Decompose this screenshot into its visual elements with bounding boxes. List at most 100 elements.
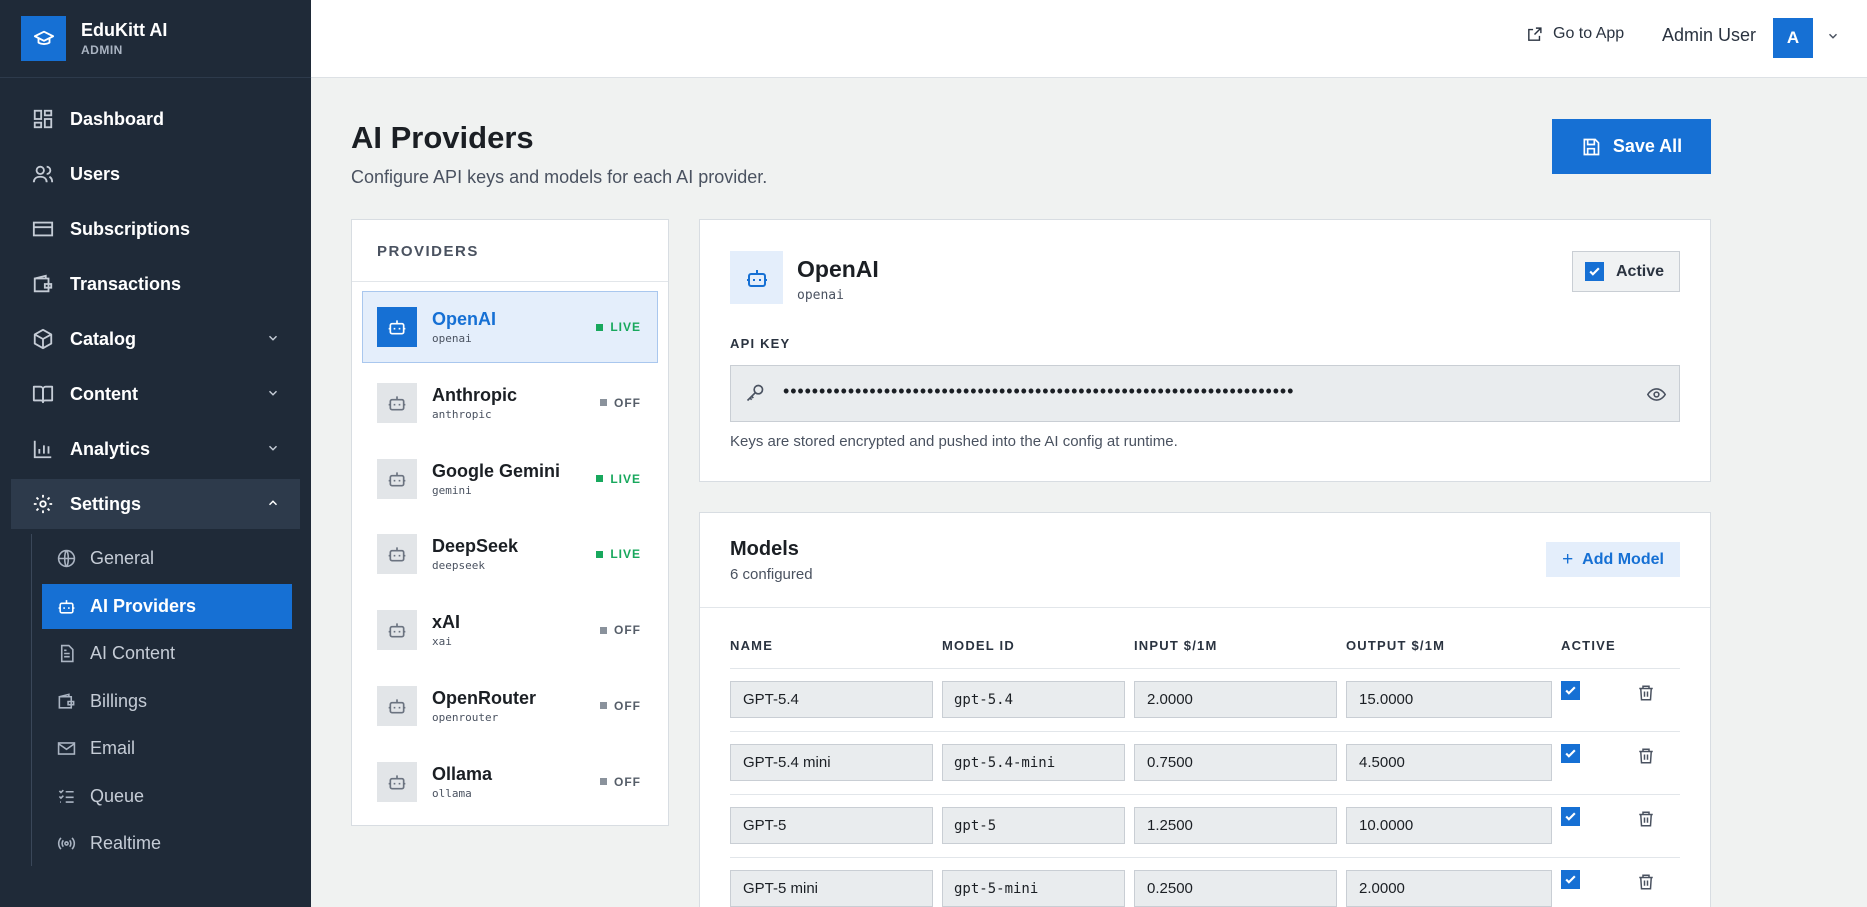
status-badge: OFF bbox=[600, 396, 641, 410]
row-active-checkbox[interactable] bbox=[1561, 744, 1580, 763]
bot-icon bbox=[377, 382, 417, 423]
input-price-input[interactable]: 1.2500 bbox=[1134, 807, 1337, 844]
provider-item[interactable]: Ollama ollama OFF bbox=[362, 746, 658, 818]
graduation-cap-icon bbox=[21, 16, 66, 61]
sidebar-item-users[interactable]: Users bbox=[11, 149, 300, 199]
dashboard-icon bbox=[31, 107, 55, 131]
model-id-input[interactable]: gpt-5 bbox=[942, 807, 1125, 844]
sidebar-item-label: Transactions bbox=[70, 273, 182, 294]
active-label: Active bbox=[1616, 262, 1665, 280]
provider-item[interactable]: xAI xai OFF bbox=[362, 594, 658, 666]
input-price-input[interactable]: 0.2500 bbox=[1134, 870, 1337, 907]
sidebar-nav: Dashboard Users Subscriptions Transactio… bbox=[0, 78, 311, 866]
sidebar-item-general[interactable]: General bbox=[42, 536, 292, 581]
output-price-input[interactable]: 4.5000 bbox=[1346, 744, 1552, 781]
trash-icon[interactable] bbox=[1637, 810, 1655, 828]
sidebar-item-content[interactable]: Content bbox=[11, 369, 300, 419]
save-all-button[interactable]: Save All bbox=[1552, 119, 1711, 174]
model-id-input[interactable]: gpt-5.4-mini bbox=[942, 744, 1125, 781]
status-badge: OFF bbox=[600, 699, 641, 713]
sidebar-item-settings[interactable]: Settings bbox=[11, 479, 300, 529]
provider-item[interactable]: Anthropic anthropic OFF bbox=[362, 367, 658, 439]
topbar bbox=[311, 0, 1867, 78]
sidebar-item-label: Dashboard bbox=[70, 108, 165, 129]
bot-icon bbox=[377, 307, 417, 347]
sidebar-item-subscriptions[interactable]: Subscriptions bbox=[11, 204, 300, 254]
bot-icon bbox=[377, 458, 417, 499]
user-name[interactable]: Admin User bbox=[1662, 25, 1756, 46]
list-checks-icon bbox=[56, 786, 76, 806]
key-icon bbox=[746, 384, 764, 402]
model-name-input[interactable]: GPT-5 bbox=[730, 807, 933, 844]
chevron-down-icon bbox=[268, 445, 278, 451]
sidebar-item-dashboard[interactable]: Dashboard bbox=[11, 94, 300, 144]
trash-icon[interactable] bbox=[1637, 873, 1655, 891]
model-name-input[interactable]: GPT-5 mini bbox=[730, 870, 933, 907]
sidebar-item-realtime[interactable]: Realtime bbox=[42, 821, 292, 866]
box-icon bbox=[31, 327, 55, 351]
sidebar-item-catalog[interactable]: Catalog bbox=[11, 314, 300, 364]
provider-item[interactable]: Google Gemini gemini LIVE bbox=[362, 443, 658, 515]
sidebar-item-label: Billings bbox=[90, 690, 148, 711]
sidebar-item-ai-content[interactable]: AI Content bbox=[42, 631, 292, 676]
eye-icon[interactable] bbox=[1647, 385, 1666, 404]
input-price-input[interactable]: 2.0000 bbox=[1134, 681, 1337, 718]
provider-slug: openai bbox=[432, 332, 472, 345]
row-active-checkbox[interactable] bbox=[1561, 681, 1580, 700]
provider-name: OpenRouter bbox=[432, 687, 537, 708]
provider-title: OpenAI bbox=[797, 256, 879, 282]
status-badge: OFF bbox=[600, 623, 641, 637]
output-price-input[interactable]: 10.0000 bbox=[1346, 807, 1552, 844]
sidebar-item-ai-providers[interactable]: AI Providers bbox=[42, 583, 292, 629]
brand-sub: ADMIN bbox=[81, 43, 123, 57]
sidebar-item-label: AI Content bbox=[90, 643, 176, 663]
sidebar-item-analytics[interactable]: Analytics bbox=[11, 424, 300, 474]
bot-icon bbox=[377, 685, 417, 726]
external-link-icon bbox=[1528, 26, 1542, 41]
column-header-model-id: MODEL ID bbox=[942, 638, 1015, 653]
sidebar-item-label: AI Providers bbox=[90, 595, 197, 616]
api-key-label: API KEY bbox=[730, 336, 791, 351]
active-checkbox[interactable]: Active bbox=[1572, 251, 1680, 292]
bot-icon bbox=[377, 534, 417, 575]
provider-item[interactable]: OpenRouter openrouter OFF bbox=[362, 670, 658, 742]
provider-item[interactable]: OpenAI openai LIVE bbox=[362, 291, 658, 363]
sidebar-item-label: Queue bbox=[90, 785, 145, 806]
output-price-input[interactable]: 2.0000 bbox=[1346, 870, 1552, 907]
models-title: Models bbox=[730, 538, 799, 560]
save-icon bbox=[1583, 138, 1600, 155]
chevron-down-icon[interactable] bbox=[1826, 29, 1840, 43]
bar-chart-icon bbox=[31, 437, 55, 461]
model-name-input[interactable]: GPT-5.4 mini bbox=[730, 744, 933, 781]
provider-item[interactable]: DeepSeek deepseek LIVE bbox=[362, 518, 658, 590]
sidebar-item-billings[interactable]: Billings bbox=[42, 679, 292, 724]
model-id-input[interactable]: gpt-5-mini bbox=[942, 870, 1125, 907]
wallet-icon bbox=[31, 272, 55, 296]
sidebar-item-email[interactable]: Email bbox=[42, 726, 292, 771]
sidebar-item-label: Email bbox=[90, 738, 136, 758]
api-key-input[interactable]: ••••••••••••••••••••••••••••••••••••••••… bbox=[730, 365, 1680, 422]
add-model-button[interactable]: + Add Model bbox=[1546, 542, 1680, 577]
trash-icon[interactable] bbox=[1637, 684, 1655, 702]
provider-detail-panel: OpenAI openai Active API KEY •••••••••••… bbox=[699, 219, 1711, 482]
model-id-input[interactable]: gpt-5.4 bbox=[942, 681, 1125, 718]
sidebar-item-transactions[interactable]: Transactions bbox=[11, 259, 300, 309]
model-name-input[interactable]: GPT-5.4 bbox=[730, 681, 933, 718]
sidebar-item-label: Content bbox=[70, 383, 138, 404]
avatar[interactable]: A bbox=[1773, 18, 1813, 58]
input-price-input[interactable]: 0.7500 bbox=[1134, 744, 1337, 781]
gear-icon bbox=[31, 492, 55, 516]
add-model-label: Add Model bbox=[1582, 550, 1664, 568]
page-title: AI Providers bbox=[351, 120, 534, 155]
go-to-app-link[interactable]: Go to App bbox=[1526, 25, 1624, 43]
credit-card-icon bbox=[31, 217, 55, 241]
bot-icon bbox=[377, 610, 417, 651]
settings-submenu: General AI Providers AI Content Billings… bbox=[31, 534, 311, 866]
bot-icon bbox=[730, 251, 783, 304]
sidebar-item-queue[interactable]: Queue bbox=[42, 774, 292, 819]
row-active-checkbox[interactable] bbox=[1561, 807, 1580, 826]
book-open-icon bbox=[31, 382, 55, 406]
trash-icon[interactable] bbox=[1637, 747, 1655, 765]
output-price-input[interactable]: 15.0000 bbox=[1346, 681, 1552, 718]
row-active-checkbox[interactable] bbox=[1561, 870, 1580, 889]
